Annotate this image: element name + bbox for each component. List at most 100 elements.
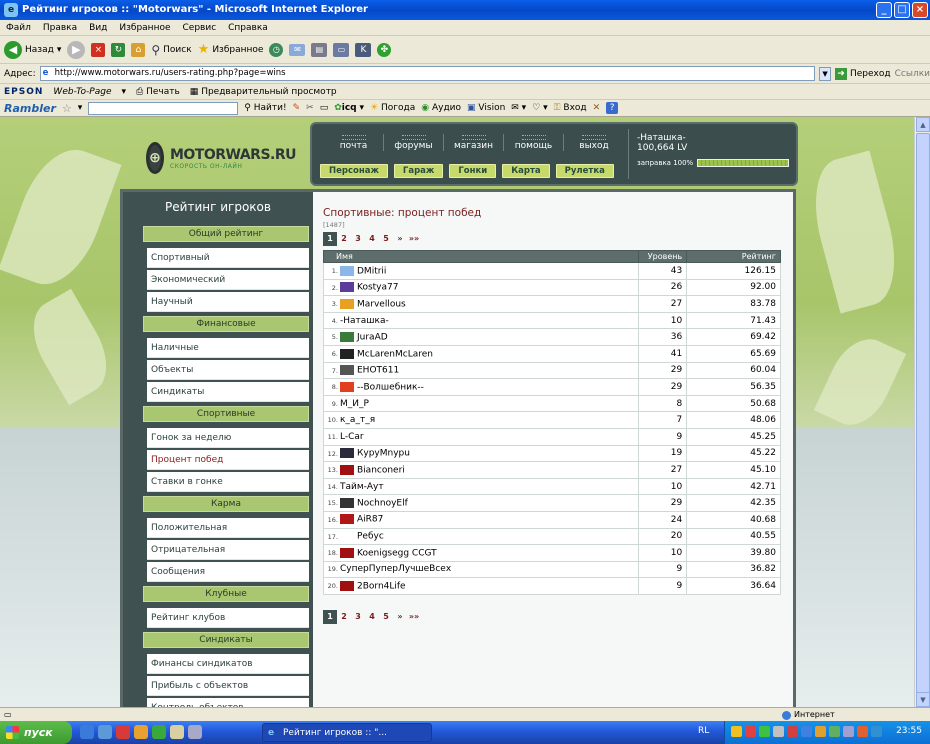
nav-help[interactable]: помощь bbox=[504, 134, 564, 151]
home-icon[interactable]: ⌂ bbox=[131, 42, 146, 57]
player-name-link[interactable]: --Волшебник-- bbox=[357, 382, 424, 392]
links-label[interactable]: Ссылки bbox=[895, 69, 930, 79]
scroll-down-icon[interactable]: ▼ bbox=[916, 692, 930, 707]
tool-icon[interactable]: ✂ bbox=[306, 103, 314, 113]
keyboard-icon[interactable]: ▭ bbox=[320, 103, 329, 113]
tray-icon[interactable] bbox=[759, 726, 770, 737]
page-link[interactable]: 3 bbox=[351, 232, 365, 246]
col-rating[interactable]: Рейтинг bbox=[686, 250, 781, 263]
tray-icon[interactable] bbox=[843, 726, 854, 737]
page-link[interactable]: 4 bbox=[365, 232, 379, 246]
mail-dropdown-icon[interactable]: ✉ ▾ bbox=[511, 103, 526, 113]
player-name-link[interactable]: JuraAD bbox=[357, 332, 388, 342]
nav-shop[interactable]: магазин bbox=[444, 134, 504, 151]
address-input[interactable]: http://www.motorwars.ru/users-rating.php… bbox=[39, 66, 816, 81]
opera-icon[interactable] bbox=[116, 725, 130, 739]
tray-icon[interactable] bbox=[745, 726, 756, 737]
player-name-link[interactable]: Kostya77 bbox=[357, 283, 398, 293]
tray-icon[interactable] bbox=[801, 726, 812, 737]
player-name-link[interactable]: КуpyMnypu bbox=[357, 449, 410, 459]
player-name-link[interactable]: М_И_Р bbox=[340, 399, 369, 409]
page-link[interactable]: »» bbox=[407, 610, 421, 624]
menu-view[interactable]: Вид bbox=[89, 20, 107, 35]
epson-preview-button[interactable]: ▦ Предварительный просмотр bbox=[190, 87, 337, 97]
minimize-button[interactable]: _ bbox=[876, 2, 892, 18]
sidebar-item[interactable]: Сообщения bbox=[147, 562, 309, 582]
vision-button[interactable]: ▣ Vision bbox=[467, 103, 505, 113]
player-name-link[interactable]: -Наташка- bbox=[340, 316, 389, 326]
star-icon[interactable]: ☆ bbox=[62, 102, 72, 115]
menu-help[interactable]: Справка bbox=[228, 20, 268, 35]
sidebar-item[interactable]: Отрицательная bbox=[147, 540, 309, 560]
settings-icon[interactable]: ✕ bbox=[593, 103, 601, 113]
sidebar-item[interactable]: Контроль объектов bbox=[147, 698, 309, 707]
sidebar-item[interactable]: Наличные bbox=[147, 338, 309, 358]
nav-logout[interactable]: выход bbox=[564, 134, 624, 151]
task-ie-window[interactable]: Рейтинг игроков :: "... bbox=[262, 723, 432, 742]
col-name[interactable]: Имя bbox=[322, 250, 640, 263]
sidebar-item[interactable]: Объекты bbox=[147, 360, 309, 380]
tray-icon[interactable] bbox=[815, 726, 826, 737]
page-link[interactable]: » bbox=[393, 232, 407, 246]
page-link[interactable]: » bbox=[393, 610, 407, 624]
folder-icon[interactable] bbox=[170, 725, 184, 739]
tray-icon[interactable] bbox=[829, 726, 840, 737]
history-icon[interactable]: ◷ bbox=[269, 42, 284, 57]
player-name-link[interactable]: Bianconeri bbox=[357, 465, 405, 475]
player-name-link[interactable]: СуперПуперЛучшеВсех bbox=[340, 564, 451, 574]
nav-forums[interactable]: форумы bbox=[384, 134, 444, 151]
tray-icon[interactable] bbox=[857, 726, 868, 737]
user-name[interactable]: -Наташка- bbox=[637, 133, 798, 143]
icq-button[interactable]: ✿icq ▾ bbox=[334, 103, 364, 113]
scroll-thumb[interactable] bbox=[916, 133, 930, 693]
player-name-link[interactable]: 2Born4Life bbox=[357, 581, 406, 591]
sidebar-item[interactable]: Синдикаты bbox=[147, 382, 309, 402]
mail-icon[interactable]: ✉ bbox=[289, 43, 306, 56]
rambler-find-button[interactable]: ⚲ Найти! bbox=[244, 103, 286, 113]
sidebar-item[interactable]: Рейтинг клубов bbox=[147, 608, 309, 628]
page-link[interactable]: 2 bbox=[337, 610, 351, 624]
nav-races-button[interactable]: Гонки bbox=[449, 164, 497, 178]
tray-icon[interactable] bbox=[731, 726, 742, 737]
sidebar-item[interactable]: Ставки в гонке bbox=[147, 472, 309, 492]
page-link[interactable]: »» bbox=[407, 232, 421, 246]
epson-print-button[interactable]: ⎙ Печать bbox=[136, 87, 180, 97]
site-logo[interactable]: ⊕ MOTORWARS.RU СКОРОСТЬ ОН-ЛАЙН bbox=[146, 137, 297, 179]
sidebar-item[interactable]: Положительная bbox=[147, 518, 309, 538]
player-name-link[interactable]: NochnoyElf bbox=[357, 498, 408, 508]
pencil-icon[interactable]: ✎ bbox=[293, 103, 301, 113]
page-link[interactable]: 4 bbox=[365, 610, 379, 624]
nav-roulette-button[interactable]: Рулетка bbox=[555, 164, 614, 178]
page-link[interactable]: 1 bbox=[323, 610, 337, 624]
player-name-link[interactable]: EHOT611 bbox=[357, 366, 399, 376]
rambler-search-input[interactable] bbox=[88, 101, 239, 115]
tray-icon[interactable] bbox=[773, 726, 784, 737]
menu-tools[interactable]: Сервис bbox=[183, 20, 217, 35]
audio-button[interactable]: ◉ Аудио bbox=[421, 103, 461, 113]
sidebar-item[interactable]: Гонок за неделю bbox=[147, 428, 309, 448]
scroll-up-icon[interactable]: ▲ bbox=[916, 117, 930, 132]
ie-quicklaunch-icon[interactable] bbox=[80, 725, 94, 739]
player-name-link[interactable]: к_а_т_я bbox=[340, 415, 375, 425]
go-button[interactable]: ➜ Переход bbox=[834, 67, 891, 80]
page-link[interactable]: 5 bbox=[379, 232, 393, 246]
player-name-link[interactable]: DMitrii bbox=[357, 266, 386, 276]
edit-icon[interactable]: ▭ bbox=[333, 42, 350, 57]
login-button[interactable]: ⚿ Вход bbox=[554, 103, 587, 113]
sidebar-item[interactable]: Процент побед bbox=[147, 450, 309, 470]
sidebar-item[interactable]: Прибыль с объектов bbox=[147, 676, 309, 696]
close-button[interactable]: × bbox=[912, 2, 928, 18]
forward-arrow-icon[interactable]: ▶ bbox=[67, 40, 86, 59]
page-link[interactable]: 1 bbox=[323, 232, 337, 246]
player-name-link[interactable]: Ребус bbox=[357, 532, 384, 542]
player-name-link[interactable]: L-Car bbox=[340, 432, 364, 442]
player-name-link[interactable]: Marvellous bbox=[357, 299, 406, 309]
tray-icon[interactable] bbox=[787, 726, 798, 737]
player-name-link[interactable]: Тайм-Аут bbox=[340, 482, 384, 492]
print-icon[interactable]: ▤ bbox=[311, 42, 328, 57]
col-level[interactable]: Уровень bbox=[638, 250, 688, 263]
search-button[interactable]: ⚲ Поиск bbox=[151, 43, 191, 57]
nav-mail[interactable]: почта bbox=[324, 134, 384, 151]
help-icon[interactable]: ? bbox=[606, 102, 619, 114]
tray-icon[interactable] bbox=[871, 726, 882, 737]
